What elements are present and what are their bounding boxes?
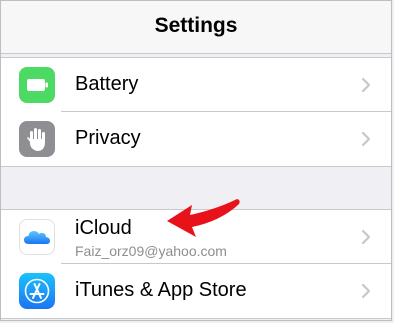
- settings-screen: Settings Battery Privacy iCloud Faiz_orz…: [0, 0, 392, 321]
- settings-row-label: iCloud: [75, 217, 132, 239]
- settings-row-privacy[interactable]: Privacy: [1, 112, 391, 166]
- settings-row-itunes-app-store[interactable]: iTunes & App Store: [1, 264, 391, 318]
- chevron-right-icon: [361, 131, 371, 147]
- chevron-right-icon: [361, 283, 371, 299]
- hand-icon: [19, 121, 55, 157]
- settings-row-label: Battery: [75, 73, 139, 95]
- page-title: Settings: [154, 14, 238, 37]
- settings-row-battery[interactable]: Battery: [1, 58, 391, 112]
- navigation-bar: Settings: [1, 1, 391, 54]
- battery-icon: [19, 67, 55, 103]
- settings-row-label: Privacy: [75, 127, 141, 149]
- settings-group-1: Battery Privacy: [1, 57, 391, 167]
- chevron-right-icon: [361, 229, 371, 245]
- account-email: Faiz_orz09@yahoo.com: [75, 243, 227, 259]
- red-arrow-icon: [167, 199, 240, 237]
- icloud-icon: [19, 219, 55, 255]
- chevron-right-icon: [361, 77, 371, 93]
- app-store-icon: [19, 273, 55, 309]
- settings-row-label: iTunes & App Store: [75, 279, 247, 301]
